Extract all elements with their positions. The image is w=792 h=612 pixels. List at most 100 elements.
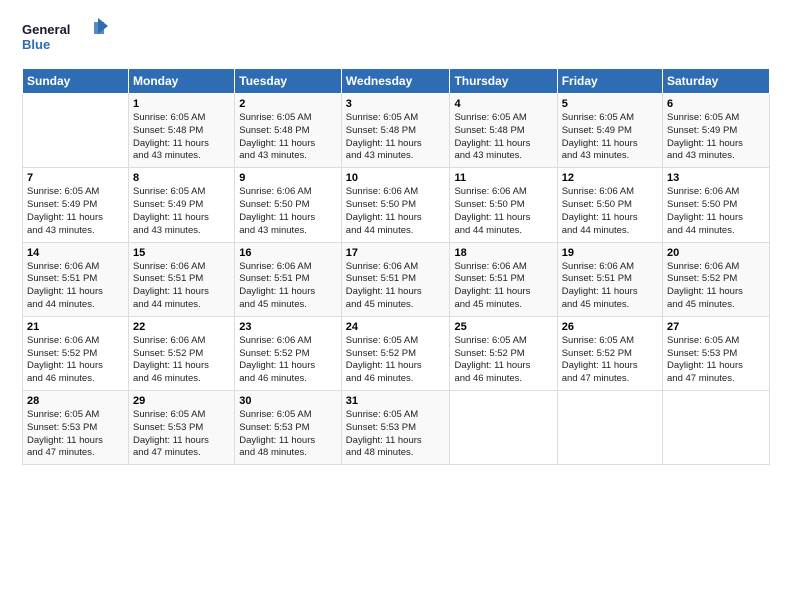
day-number: 26 bbox=[562, 321, 658, 333]
day-info: Sunrise: 6:06 AM Sunset: 5:52 PM Dayligh… bbox=[667, 261, 765, 312]
day-cell: 12 Sunrise: 6:06 AM Sunset: 5:50 PM Dayli… bbox=[557, 168, 662, 242]
day-number: 20 bbox=[667, 247, 765, 259]
day-info: Sunrise: 6:06 AM Sunset: 5:51 PM Dayligh… bbox=[562, 261, 658, 312]
day-number: 4 bbox=[454, 98, 552, 110]
day-number: 7 bbox=[27, 172, 124, 184]
day-number: 9 bbox=[239, 172, 337, 184]
day-cell: 21 Sunrise: 6:06 AM Sunset: 5:52 PM Dayli… bbox=[23, 316, 129, 390]
day-number: 2 bbox=[239, 98, 337, 110]
day-number: 14 bbox=[27, 247, 124, 259]
day-info: Sunrise: 6:06 AM Sunset: 5:51 PM Dayligh… bbox=[346, 261, 446, 312]
header-cell-monday: Monday bbox=[129, 69, 235, 94]
day-cell: 9 Sunrise: 6:06 AM Sunset: 5:50 PM Daylig… bbox=[235, 168, 342, 242]
day-cell: 20 Sunrise: 6:06 AM Sunset: 5:52 PM Dayli… bbox=[663, 242, 770, 316]
day-cell: 2 Sunrise: 6:05 AM Sunset: 5:48 PM Daylig… bbox=[235, 94, 342, 168]
day-number: 1 bbox=[133, 98, 230, 110]
day-cell: 3Sunrise: 6:05 AM Sunset: 5:48 PM Daylig… bbox=[341, 94, 450, 168]
day-info: Sunrise: 6:05 AM Sunset: 5:52 PM Dayligh… bbox=[454, 335, 552, 386]
day-info: Sunrise: 6:05 AM Sunset: 5:49 PM Dayligh… bbox=[667, 112, 765, 163]
day-cell bbox=[23, 94, 129, 168]
day-info: Sunrise: 6:05 AM Sunset: 5:49 PM Dayligh… bbox=[133, 186, 230, 237]
day-info: Sunrise: 6:05 AM Sunset: 5:49 PM Dayligh… bbox=[27, 186, 124, 237]
day-cell: 23Sunrise: 6:06 AM Sunset: 5:52 PM Dayli… bbox=[235, 316, 342, 390]
day-info: Sunrise: 6:06 AM Sunset: 5:50 PM Dayligh… bbox=[667, 186, 765, 237]
day-cell: 5Sunrise: 6:05 AM Sunset: 5:49 PM Daylig… bbox=[557, 94, 662, 168]
svg-text:Blue: Blue bbox=[22, 37, 50, 52]
day-number: 16 bbox=[239, 247, 337, 259]
day-number: 29 bbox=[133, 395, 230, 407]
logo-svg: General Blue bbox=[22, 18, 112, 58]
day-cell: 31Sunrise: 6:05 AM Sunset: 5:53 PM Dayli… bbox=[341, 391, 450, 465]
day-info: Sunrise: 6:06 AM Sunset: 5:50 PM Dayligh… bbox=[562, 186, 658, 237]
week-row-4: 21 Sunrise: 6:06 AM Sunset: 5:52 PM Dayli… bbox=[23, 316, 770, 390]
day-cell: 7 Sunrise: 6:05 AM Sunset: 5:49 PM Daylig… bbox=[23, 168, 129, 242]
day-number: 10 bbox=[346, 172, 446, 184]
day-info: Sunrise: 6:06 AM Sunset: 5:50 PM Dayligh… bbox=[454, 186, 552, 237]
day-info: Sunrise: 6:05 AM Sunset: 5:48 PM Dayligh… bbox=[346, 112, 446, 163]
day-info: Sunrise: 6:05 AM Sunset: 5:53 PM Dayligh… bbox=[133, 409, 230, 460]
day-number: 19 bbox=[562, 247, 658, 259]
day-cell: 6 Sunrise: 6:05 AM Sunset: 5:49 PM Daylig… bbox=[663, 94, 770, 168]
day-cell: 4 Sunrise: 6:05 AM Sunset: 5:48 PM Daylig… bbox=[450, 94, 557, 168]
day-info: Sunrise: 6:06 AM Sunset: 5:51 PM Dayligh… bbox=[454, 261, 552, 312]
day-cell: 11 Sunrise: 6:06 AM Sunset: 5:50 PM Dayli… bbox=[450, 168, 557, 242]
day-number: 8 bbox=[133, 172, 230, 184]
week-row-5: 28 Sunrise: 6:05 AM Sunset: 5:53 PM Dayli… bbox=[23, 391, 770, 465]
day-number: 25 bbox=[454, 321, 552, 333]
day-info: Sunrise: 6:05 AM Sunset: 5:53 PM Dayligh… bbox=[346, 409, 446, 460]
day-number: 23 bbox=[239, 321, 337, 333]
header-cell-sunday: Sunday bbox=[23, 69, 129, 94]
day-info: Sunrise: 6:06 AM Sunset: 5:50 PM Dayligh… bbox=[346, 186, 446, 237]
day-info: Sunrise: 6:06 AM Sunset: 5:52 PM Dayligh… bbox=[27, 335, 124, 386]
day-number: 12 bbox=[562, 172, 658, 184]
day-cell bbox=[557, 391, 662, 465]
day-number: 17 bbox=[346, 247, 446, 259]
day-cell: 26Sunrise: 6:05 AM Sunset: 5:52 PM Dayli… bbox=[557, 316, 662, 390]
day-cell: 19 Sunrise: 6:06 AM Sunset: 5:51 PM Dayli… bbox=[557, 242, 662, 316]
day-cell: 14 Sunrise: 6:06 AM Sunset: 5:51 PM Dayli… bbox=[23, 242, 129, 316]
day-number: 28 bbox=[27, 395, 124, 407]
day-cell bbox=[450, 391, 557, 465]
day-number: 21 bbox=[27, 321, 124, 333]
day-info: Sunrise: 6:05 AM Sunset: 5:53 PM Dayligh… bbox=[27, 409, 124, 460]
day-info: Sunrise: 6:05 AM Sunset: 5:48 PM Dayligh… bbox=[133, 112, 230, 163]
day-cell bbox=[663, 391, 770, 465]
svg-text:General: General bbox=[22, 22, 70, 37]
day-info: Sunrise: 6:06 AM Sunset: 5:52 PM Dayligh… bbox=[133, 335, 230, 386]
header-cell-thursday: Thursday bbox=[450, 69, 557, 94]
week-row-2: 7 Sunrise: 6:05 AM Sunset: 5:49 PM Daylig… bbox=[23, 168, 770, 242]
day-cell: 13 Sunrise: 6:06 AM Sunset: 5:50 PM Dayli… bbox=[663, 168, 770, 242]
day-cell: 28 Sunrise: 6:05 AM Sunset: 5:53 PM Dayli… bbox=[23, 391, 129, 465]
day-cell: 30Sunrise: 6:05 AM Sunset: 5:53 PM Dayli… bbox=[235, 391, 342, 465]
day-cell: 24Sunrise: 6:05 AM Sunset: 5:52 PM Dayli… bbox=[341, 316, 450, 390]
day-cell: 18Sunrise: 6:06 AM Sunset: 5:51 PM Dayli… bbox=[450, 242, 557, 316]
header-row: SundayMondayTuesdayWednesdayThursdayFrid… bbox=[23, 69, 770, 94]
day-info: Sunrise: 6:05 AM Sunset: 5:48 PM Dayligh… bbox=[454, 112, 552, 163]
day-cell: 17 Sunrise: 6:06 AM Sunset: 5:51 PM Dayli… bbox=[341, 242, 450, 316]
day-info: Sunrise: 6:05 AM Sunset: 5:48 PM Dayligh… bbox=[239, 112, 337, 163]
day-cell: 16 Sunrise: 6:06 AM Sunset: 5:51 PM Dayli… bbox=[235, 242, 342, 316]
logo: General Blue bbox=[22, 18, 112, 58]
day-number: 27 bbox=[667, 321, 765, 333]
day-number: 13 bbox=[667, 172, 765, 184]
header-cell-tuesday: Tuesday bbox=[235, 69, 342, 94]
day-number: 30 bbox=[239, 395, 337, 407]
day-cell: 15 Sunrise: 6:06 AM Sunset: 5:51 PM Dayli… bbox=[129, 242, 235, 316]
day-info: Sunrise: 6:06 AM Sunset: 5:50 PM Dayligh… bbox=[239, 186, 337, 237]
day-number: 6 bbox=[667, 98, 765, 110]
day-info: Sunrise: 6:05 AM Sunset: 5:53 PM Dayligh… bbox=[667, 335, 765, 386]
day-number: 11 bbox=[454, 172, 552, 184]
day-cell: 29 Sunrise: 6:05 AM Sunset: 5:53 PM Dayli… bbox=[129, 391, 235, 465]
day-info: Sunrise: 6:06 AM Sunset: 5:51 PM Dayligh… bbox=[133, 261, 230, 312]
day-number: 22 bbox=[133, 321, 230, 333]
day-cell: 10 Sunrise: 6:06 AM Sunset: 5:50 PM Dayli… bbox=[341, 168, 450, 242]
day-info: Sunrise: 6:05 AM Sunset: 5:52 PM Dayligh… bbox=[346, 335, 446, 386]
header-cell-friday: Friday bbox=[557, 69, 662, 94]
day-cell: 27 Sunrise: 6:05 AM Sunset: 5:53 PM Dayli… bbox=[663, 316, 770, 390]
day-cell: 22 Sunrise: 6:06 AM Sunset: 5:52 PM Dayli… bbox=[129, 316, 235, 390]
day-info: Sunrise: 6:06 AM Sunset: 5:51 PM Dayligh… bbox=[239, 261, 337, 312]
week-row-1: 1 Sunrise: 6:05 AM Sunset: 5:48 PM Daylig… bbox=[23, 94, 770, 168]
day-cell: 8 Sunrise: 6:05 AM Sunset: 5:49 PM Daylig… bbox=[129, 168, 235, 242]
day-number: 15 bbox=[133, 247, 230, 259]
day-info: Sunrise: 6:06 AM Sunset: 5:51 PM Dayligh… bbox=[27, 261, 124, 312]
